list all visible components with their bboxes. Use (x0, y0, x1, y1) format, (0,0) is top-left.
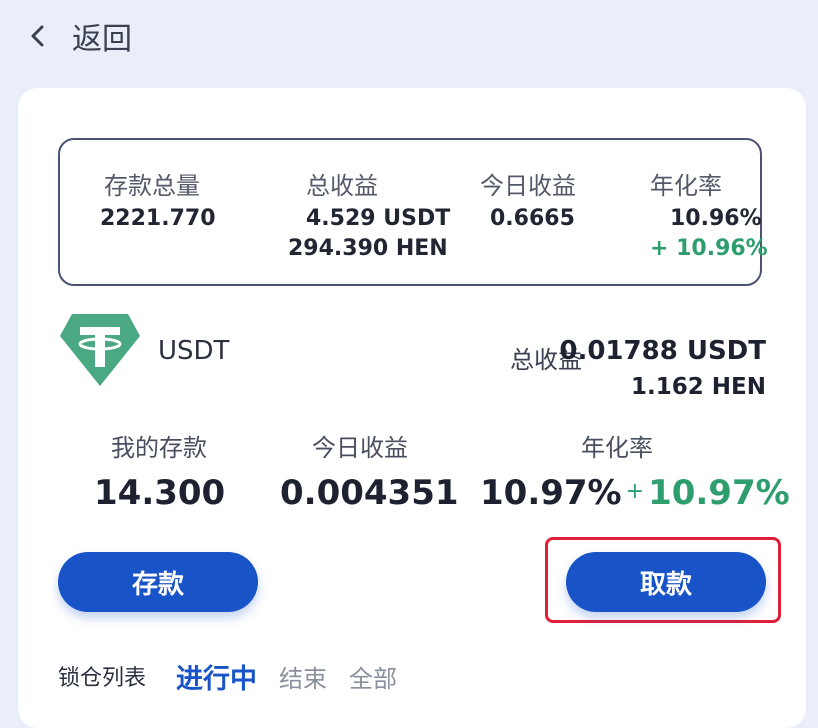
my-deposit-label: 我的存款 (111, 434, 207, 462)
total-earnings-hen: 294.390 HEN (288, 236, 448, 261)
summary-panel: 存款总量 2221.770 总收益 4.529 USDT 294.390 HEN… (58, 138, 768, 286)
apr-stat-label: 年化率 (581, 434, 653, 462)
today-earnings-value: 0.6665 (490, 206, 575, 231)
coin-earnings-usdt: 0.01788 USDT (559, 336, 766, 366)
today-earnings-label: 今日收益 (480, 172, 576, 200)
today-earnings-stat: 今日收益 0.004351 (280, 428, 459, 513)
deposit-button[interactable]: 存款 (58, 552, 258, 612)
apr-bonus: + 10.96% (650, 236, 768, 261)
back-button[interactable]: 返回 (30, 12, 132, 60)
apr-value: 10.96% (670, 206, 762, 231)
today-earnings-stat-value: 0.004351 (280, 473, 459, 513)
deposit-total-value: 2221.770 (100, 206, 216, 231)
apr-label: 年化率 (650, 172, 722, 200)
staking-card: 存款总量 2221.770 总收益 4.529 USDT 294.390 HEN… (18, 88, 806, 728)
apr-stat: 年化率 10.97% +10.97% (480, 428, 790, 513)
tab-ended[interactable]: 结束 (279, 659, 327, 694)
apr-stat-plus: + (625, 479, 645, 504)
apr-stat-bonus: 10.97% (648, 473, 790, 513)
tab-all[interactable]: 全部 (349, 659, 397, 694)
my-deposit-stat: 我的存款 14.300 (94, 428, 226, 513)
top-bar: 返回 (0, 0, 818, 72)
apr-stat-value-row: 10.97% +10.97% (480, 473, 790, 513)
coin-name: USDT (158, 336, 230, 366)
withdraw-button[interactable]: 取款 (566, 552, 766, 612)
tether-icon (58, 310, 142, 394)
total-earnings-usdt: 4.529 USDT (306, 206, 451, 231)
coin-row: USDT 总收益 0.01788 USDT 1.162 HEN (58, 310, 766, 400)
tab-in-progress[interactable]: 进行中 (176, 657, 257, 696)
back-label: 返回 (72, 22, 132, 57)
lock-list-label: 锁仓列表 (58, 666, 147, 691)
apr-stat-value: 10.97% (480, 473, 622, 513)
today-earnings-stat-label: 今日收益 (312, 434, 408, 462)
my-deposit-value: 14.300 (94, 473, 226, 513)
deposit-total-label: 存款总量 (104, 172, 200, 200)
chevron-left-icon (30, 24, 46, 48)
coin-earnings-hen: 1.162 HEN (631, 374, 766, 400)
lock-list-tabs: 锁仓列表 进行中 结束 全部 (58, 656, 419, 696)
total-earnings-label: 总收益 (306, 172, 378, 200)
